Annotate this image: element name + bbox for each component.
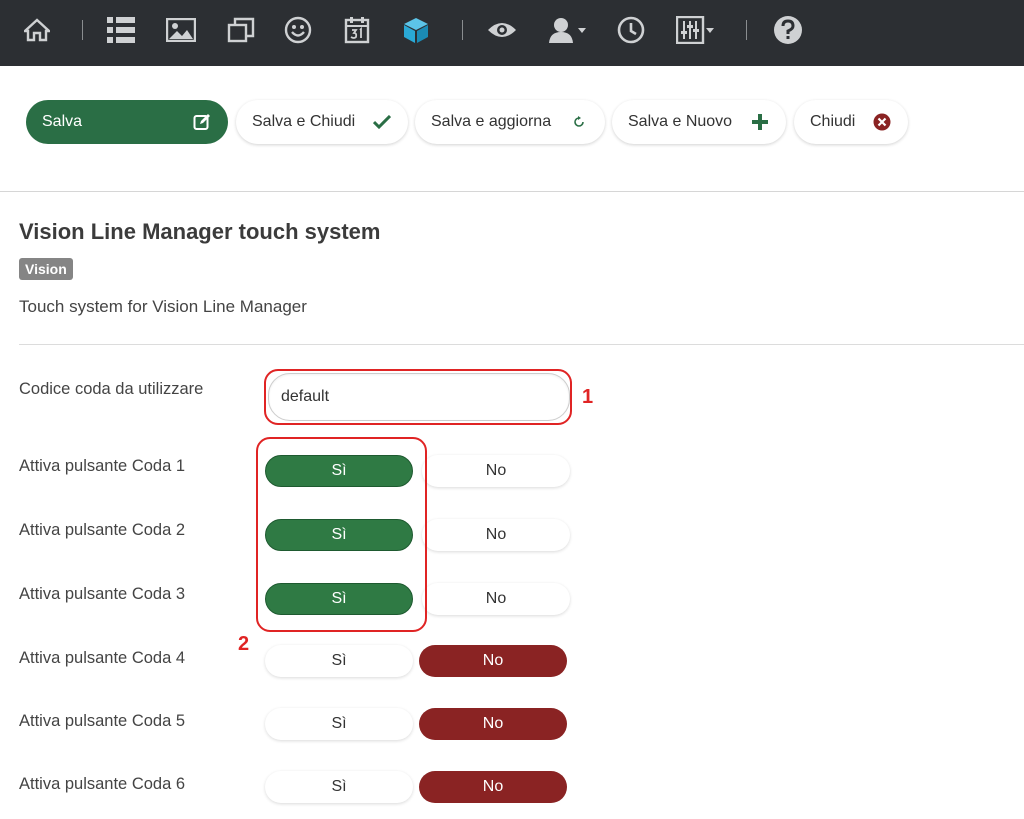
annotation-number-2: 2 <box>238 633 250 655</box>
save-close-label: Salva e Chiudi <box>252 113 356 130</box>
nav-separator <box>462 20 463 40</box>
queue-code-label: Codice coda da utilizzare <box>19 380 204 398</box>
queue-2-no-toggle[interactable]: No <box>422 519 570 551</box>
save-button[interactable]: Salva <box>26 100 228 144</box>
queue-4-no-toggle[interactable]: No <box>419 645 567 677</box>
queue-3-label: Attiva pulsante Coda 3 <box>19 585 186 603</box>
category-badge: Vision <box>19 258 73 280</box>
queue-5-no-toggle[interactable]: No <box>419 708 567 740</box>
calendar-icon[interactable] <box>340 13 374 47</box>
queue-4-label: Attiva pulsante Coda 4 <box>19 649 186 667</box>
save-refresh-button[interactable]: Salva e aggiorna <box>415 100 605 144</box>
queue-2-label: Attiva pulsante Coda 2 <box>19 521 186 539</box>
save-new-button[interactable]: Salva e Nuovo <box>612 100 786 144</box>
home-icon[interactable] <box>20 13 54 47</box>
close-circle-icon <box>872 113 892 131</box>
list-icon[interactable] <box>104 13 138 47</box>
close-label: Chiudi <box>810 113 856 130</box>
save-close-button[interactable]: Salva e Chiudi <box>236 100 408 144</box>
close-button[interactable]: Chiudi <box>794 100 908 144</box>
sliders-icon[interactable] <box>676 13 716 47</box>
queue-5-label: Attiva pulsante Coda 5 <box>19 712 186 730</box>
user-icon[interactable] <box>548 13 588 47</box>
nav-separator <box>746 20 747 40</box>
section-divider <box>19 344 1024 345</box>
page-description: Touch system for Vision Line Manager <box>19 297 307 316</box>
annotation-box-2 <box>256 437 427 632</box>
edit-icon <box>192 113 212 131</box>
help-icon[interactable] <box>771 13 805 47</box>
queue-6-yes-toggle[interactable]: Sì <box>265 771 413 803</box>
queue-1-label: Attiva pulsante Coda 1 <box>19 457 186 475</box>
queue-6-label: Attiva pulsante Coda 6 <box>19 775 186 793</box>
save-button-label: Salva <box>42 113 83 130</box>
queue-6-no-toggle[interactable]: No <box>419 771 567 803</box>
annotation-box-1 <box>264 369 572 425</box>
check-icon <box>372 115 392 129</box>
top-nav-bar <box>0 0 1024 66</box>
copy-icon[interactable] <box>224 13 258 47</box>
save-refresh-label: Salva e aggiorna <box>431 113 552 130</box>
action-toolbar: Salva Salva e Chiudi Salva e aggiorna Sa… <box>0 66 1024 192</box>
eye-icon[interactable] <box>485 13 519 47</box>
refresh-icon <box>569 116 589 128</box>
queue-5-yes-toggle[interactable]: Sì <box>265 708 413 740</box>
queue-4-yes-toggle[interactable]: Sì <box>265 645 413 677</box>
page-title: Vision Line Manager touch system <box>19 219 381 244</box>
nav-separator <box>82 20 83 40</box>
cube-icon[interactable] <box>399 13 433 47</box>
smiley-icon[interactable] <box>281 13 315 47</box>
image-icon[interactable] <box>164 13 198 47</box>
clock-icon[interactable] <box>614 13 648 47</box>
save-new-label: Salva e Nuovo <box>628 113 733 130</box>
queue-3-no-toggle[interactable]: No <box>422 583 570 615</box>
annotation-number-1: 1 <box>582 386 594 408</box>
plus-icon <box>750 113 770 131</box>
queue-1-no-toggle[interactable]: No <box>422 455 570 487</box>
